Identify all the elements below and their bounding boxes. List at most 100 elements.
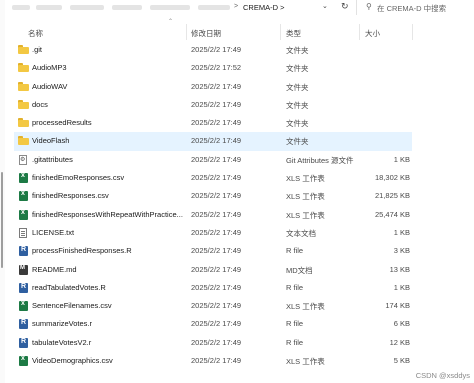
file-date: 2025/2/2 17:49 <box>191 319 242 329</box>
chevron-down-icon[interactable]: ⌄ <box>322 2 328 10</box>
column-divider[interactable] <box>412 24 413 40</box>
file-size: 21,825 KB <box>374 191 410 201</box>
breadcrumb-separator: > <box>280 3 285 12</box>
file-row[interactable]: AudioMP3 2025/2/2 17:52 文件夹 <box>14 59 412 77</box>
file-row[interactable]: finishedEmoResponses.csv 2025/2/2 17:49 XL… <box>14 169 412 187</box>
column-divider[interactable] <box>280 24 281 40</box>
blurred-breadcrumb <box>12 5 30 10</box>
file-name: finishedEmoResponses.csv <box>32 173 125 183</box>
file-row[interactable]: finishedResponsesWithRepeatWithPractice.… <box>14 206 412 224</box>
file-name: .git <box>32 45 43 54</box>
file-row[interactable]: README.md 2025/2/2 17:49 MD文档 13 KB <box>14 261 412 279</box>
file-size: 6 KB <box>393 319 410 329</box>
file-type: R file <box>286 319 304 329</box>
markdown-file-icon <box>19 264 28 275</box>
folder-icon <box>18 99 29 109</box>
file-name: finishedResponses.csv <box>32 191 109 201</box>
file-type: MD文档 <box>286 265 313 275</box>
breadcrumb-current[interactable]: CREMA-D > <box>243 3 284 12</box>
breadcrumb-label: CREMA-D <box>243 3 278 12</box>
column-name[interactable]: 名称 <box>28 28 43 39</box>
refresh-icon[interactable]: ↻ <box>341 1 349 12</box>
vertical-scrollbar[interactable] <box>1 172 3 268</box>
file-date: 2025/2/2 17:49 <box>191 282 242 292</box>
search-input[interactable]: ⚲ 在 CREMA-D 中搜索 <box>356 0 474 15</box>
file-name: tabulateVotesV2.r <box>32 337 92 347</box>
file-type: 文件夹 <box>286 82 309 92</box>
file-size: 1 KB <box>393 282 410 292</box>
navigation-pane-edge <box>0 0 5 383</box>
r-file-icon <box>19 246 28 257</box>
file-name: .gitattributes <box>32 154 73 164</box>
file-row[interactable]: SentenceFilenames.csv 2025/2/2 17:49 XLS 工… <box>14 297 412 315</box>
file-name: SentenceFilenames.csv <box>32 301 112 311</box>
column-divider[interactable] <box>359 24 360 40</box>
folder-icon <box>18 136 29 146</box>
file-row[interactable]: docs 2025/2/2 17:49 文件夹 <box>14 96 412 114</box>
excel-file-icon <box>19 190 28 202</box>
file-size: 18,302 KB <box>374 173 410 183</box>
file-name: finishedResponsesWithRepeatWithPractice.… <box>32 209 183 219</box>
file-size: 3 KB <box>393 246 410 256</box>
file-row[interactable]: finishedResponses.csv 2025/2/2 17:49 XLS 工… <box>14 187 412 205</box>
file-size: 25,474 KB <box>374 209 410 219</box>
file-name: AudioWAV <box>32 81 68 91</box>
column-divider[interactable] <box>186 24 187 40</box>
file-type: 文件夹 <box>286 137 309 147</box>
folder-icon <box>18 81 29 91</box>
column-size[interactable]: 大小 <box>365 28 380 39</box>
file-name: LICENSE.txt <box>32 227 75 237</box>
search-placeholder: 在 CREMA-D 中搜索 <box>377 4 447 13</box>
file-size: 12 KB <box>389 337 410 347</box>
file-name: summarizeVotes.r <box>32 319 93 329</box>
file-type: XLS 工作表 <box>286 357 325 367</box>
file-date: 2025/2/2 17:49 <box>191 227 242 237</box>
file-row[interactable]: readTabulatedVotes.R 2025/2/2 17:49 R file… <box>14 279 412 297</box>
file-type: 文件夹 <box>286 64 309 74</box>
file-date: 2025/2/2 17:49 <box>191 118 242 128</box>
file-row[interactable]: VideoDemographics.csv 2025/2/2 17:49 XLS 工… <box>14 352 412 370</box>
file-name: VideoFlash <box>32 136 70 146</box>
file-row[interactable]: tabulateVotesV2.r 2025/2/2 17:49 R file 12 … <box>14 334 412 352</box>
file-type: 文件夹 <box>286 46 309 55</box>
file-row[interactable]: LICENSE.txt 2025/2/2 17:49 文本文档 1 KB <box>14 224 412 242</box>
file-list: .git 2025/2/2 17:49 文件夹 AudioMP3 2025/2/2 17… <box>14 41 412 370</box>
file-row[interactable]: processFinishedResponses.R 2025/2/2 17:49… <box>14 242 412 260</box>
search-icon: ⚲ <box>366 2 372 11</box>
file-row[interactable]: .gitattributes 2025/2/2 17:49 Git Attribut… <box>14 151 412 169</box>
file-type: XLS 工作表 <box>286 302 325 312</box>
column-date[interactable]: 修改日期 <box>191 28 221 39</box>
file-name: processedResults <box>32 118 92 128</box>
file-name: readTabulatedVotes.R <box>32 282 106 292</box>
text-file-icon <box>19 227 27 238</box>
file-date: 2025/2/2 17:49 <box>191 301 242 311</box>
breadcrumb-separator: > <box>234 3 239 10</box>
file-date: 2025/2/2 17:49 <box>191 136 242 146</box>
file-row[interactable]: processedResults 2025/2/2 17:49 文件夹 <box>14 114 412 132</box>
file-date: 2025/2/2 17:49 <box>191 191 242 201</box>
file-type: Git Attributes 源文件 <box>286 155 354 165</box>
file-type: R file <box>286 282 304 292</box>
folder-icon <box>18 45 29 54</box>
file-row[interactable]: AudioWAV 2025/2/2 17:49 文件夹 <box>14 78 412 96</box>
file-type: XLS 工作表 <box>286 210 325 220</box>
file-row[interactable]: summarizeVotes.r 2025/2/2 17:49 R file 6 KB <box>14 315 412 333</box>
file-row[interactable]: VideoFlash 2025/2/2 17:49 文件夹 <box>14 132 412 151</box>
file-type: 文件夹 <box>286 119 309 129</box>
watermark: CSDN @xsddys <box>415 371 470 380</box>
blurred-breadcrumb <box>198 5 230 10</box>
file-date: 2025/2/2 17:49 <box>191 356 242 366</box>
git-file-icon <box>19 154 27 165</box>
r-file-icon <box>19 337 28 348</box>
file-date: 2025/2/2 17:52 <box>191 63 242 73</box>
column-type[interactable]: 类型 <box>286 28 301 39</box>
file-name: AudioMP3 <box>32 63 67 73</box>
file-date: 2025/2/2 17:49 <box>191 246 242 256</box>
file-size: 5 KB <box>393 356 410 366</box>
address-bar: > CREMA-D > ⌄ ↻ ⚲ 在 CREMA-D 中搜索 <box>0 0 474 16</box>
file-row[interactable]: .git 2025/2/2 17:49 文件夹 <box>14 41 412 59</box>
file-date: 2025/2/2 17:49 <box>191 81 242 91</box>
file-date: 2025/2/2 17:49 <box>191 337 242 347</box>
folder-icon <box>18 118 29 128</box>
file-date: 2025/2/2 17:49 <box>191 264 242 274</box>
